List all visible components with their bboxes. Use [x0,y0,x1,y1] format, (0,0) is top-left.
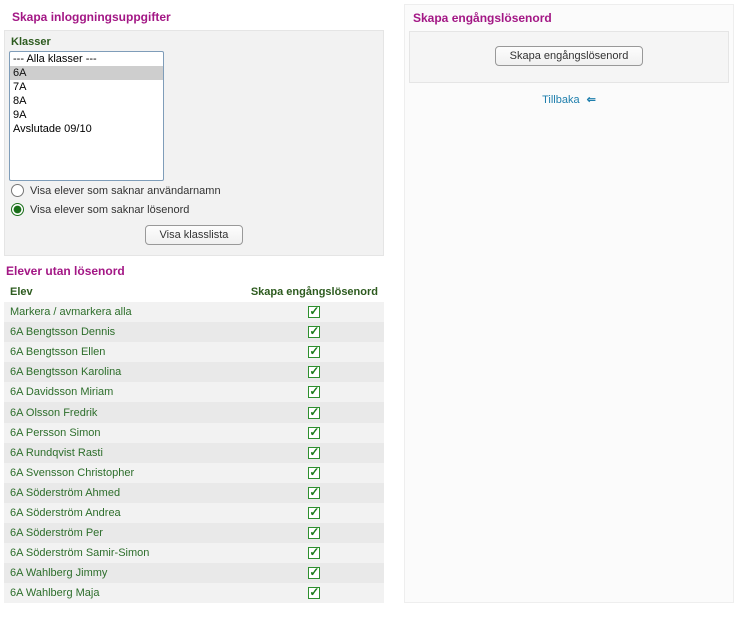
student-name: 6A Söderström Per [4,523,245,543]
radio-missing-password[interactable] [11,203,24,216]
table-row: 6A Söderström Samir-Simon [4,543,384,563]
create-otp-button[interactable]: Skapa engångslösenord [495,46,644,66]
classes-section: Klasser --- Alla klasser ---6A7A8A9AAvsl… [4,30,384,256]
col-student-header: Elev [4,282,245,302]
student-name: 6A Söderström Ahmed [4,483,245,503]
table-row: 6A Svensson Christopher [4,463,384,483]
checkbox[interactable] [308,447,320,459]
student-name: 6A Persson Simon [4,423,245,443]
radio-missing-username[interactable] [11,184,24,197]
student-name: 6A Davidsson Miriam [4,382,245,402]
student-name: 6A Söderström Samir-Simon [4,543,245,563]
table-row: 6A Wahlberg Jimmy [4,563,384,583]
right-panel: Skapa engångslösenord Skapa engångslösen… [404,4,734,603]
class-option[interactable]: 9A [10,108,163,122]
left-panel: Skapa inloggningsuppgifter Klasser --- A… [4,4,384,603]
toggle-all-row: Markera / avmarkera alla [4,302,384,322]
checkbox[interactable] [308,487,320,499]
check-cell [245,342,384,362]
table-row: 6A Söderström Andrea [4,503,384,523]
checkbox[interactable] [308,427,320,439]
checkbox[interactable] [308,507,320,519]
class-option[interactable]: 7A [10,80,163,94]
table-row: 6A Persson Simon [4,423,384,443]
radio-missing-password-row[interactable]: Visa elever som saknar lösenord [9,200,379,219]
checkbox[interactable] [308,366,320,378]
checkbox[interactable] [308,567,320,579]
class-option[interactable]: --- Alla klasser --- [10,52,163,66]
back-link-label: Tillbaka [542,94,580,106]
check-cell [245,382,384,402]
checkbox[interactable] [308,587,320,599]
check-cell [245,463,384,483]
radio-missing-password-label: Visa elever som saknar lösenord [30,204,189,216]
check-cell [245,523,384,543]
student-name: 6A Bengtsson Dennis [4,322,245,342]
checkbox[interactable] [308,346,320,358]
student-name: 6A Wahlberg Jimmy [4,563,245,583]
table-row: 6A Söderström Ahmed [4,483,384,503]
check-cell [245,322,384,342]
students-without-password-title: Elever utan lösenord [4,256,384,282]
classes-label: Klasser [9,33,379,51]
class-select[interactable]: --- Alla klasser ---6A7A8A9AAvslutade 09… [9,51,164,181]
student-name: 6A Svensson Christopher [4,463,245,483]
table-row: 6A Rundqvist Rasti [4,443,384,463]
table-row: 6A Söderström Per [4,523,384,543]
create-credentials-title: Skapa inloggningsuppgifter [4,4,384,30]
check-cell [245,583,384,603]
checkbox[interactable] [308,407,320,419]
table-row: 6A Bengtsson Ellen [4,342,384,362]
students-tbody: Markera / avmarkera alla6A Bengtsson Den… [4,302,384,603]
check-cell [245,302,384,322]
back-link[interactable]: Tillbaka ⇐ [405,83,733,110]
toggle-all-label[interactable]: Markera / avmarkera alla [4,302,245,322]
check-cell [245,362,384,382]
radio-missing-username-label: Visa elever som saknar användarnamn [30,185,221,197]
check-cell [245,503,384,523]
table-row: 6A Davidsson Miriam [4,382,384,402]
checkbox[interactable] [308,467,320,479]
show-classlist-button[interactable]: Visa klasslista [145,225,244,245]
checkbox[interactable] [308,306,320,318]
check-cell [245,483,384,503]
check-cell [245,543,384,563]
table-row: 6A Bengtsson Dennis [4,322,384,342]
checkbox[interactable] [308,326,320,338]
class-option[interactable]: Avslutade 09/10 [10,122,163,136]
col-action-header: Skapa engångslösenord [245,282,384,302]
student-name: 6A Söderström Andrea [4,503,245,523]
create-otp-title: Skapa engångslösenord [405,5,733,31]
table-row: 6A Bengtsson Karolina [4,362,384,382]
checkbox[interactable] [308,386,320,398]
student-name: 6A Bengtsson Karolina [4,362,245,382]
check-cell [245,563,384,583]
class-option[interactable]: 8A [10,94,163,108]
check-cell [245,402,384,422]
students-table: Elev Skapa engångslösenord Markera / avm… [4,282,384,603]
check-cell [245,443,384,463]
student-name: 6A Olsson Fredrik [4,402,245,422]
checkbox[interactable] [308,527,320,539]
student-name: 6A Wahlberg Maja [4,583,245,603]
radio-missing-username-row[interactable]: Visa elever som saknar användarnamn [9,181,379,200]
check-cell [245,423,384,443]
arrow-left-icon: ⇐ [587,93,596,106]
class-option[interactable]: 6A [10,66,163,80]
checkbox[interactable] [308,547,320,559]
student-name: 6A Rundqvist Rasti [4,443,245,463]
table-row: 6A Wahlberg Maja [4,583,384,603]
table-row: 6A Olsson Fredrik [4,402,384,422]
student-name: 6A Bengtsson Ellen [4,342,245,362]
